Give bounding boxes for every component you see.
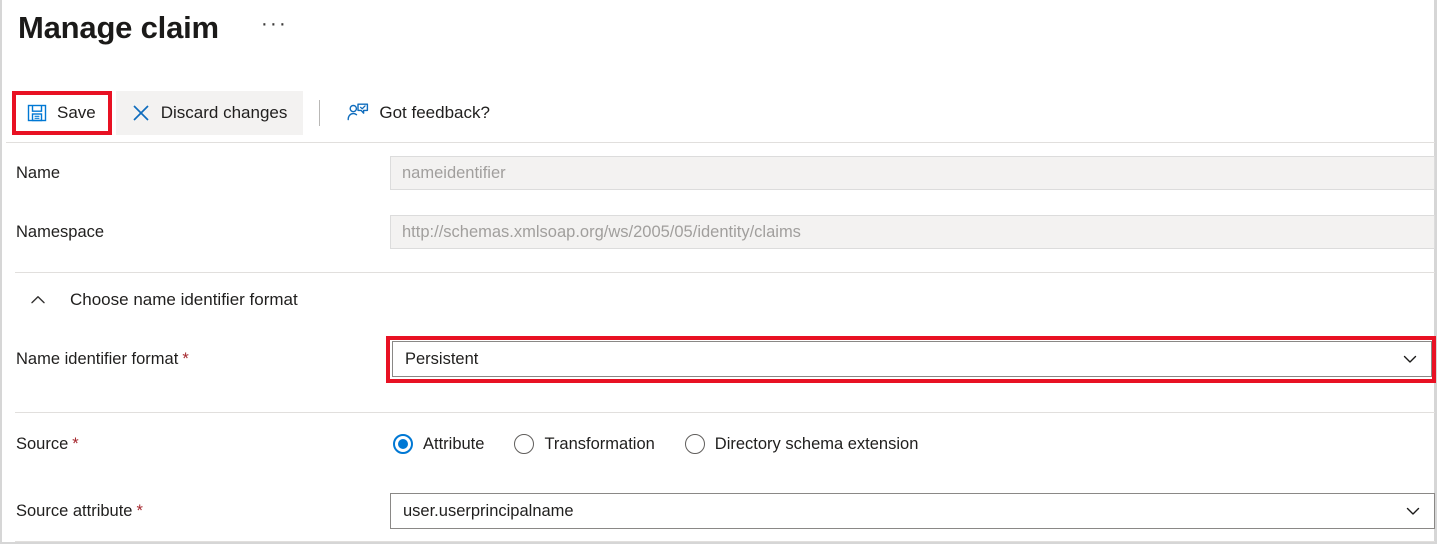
source-attribute-value: user.userprincipalname bbox=[403, 501, 574, 520]
source-row: Source * Attribute Transformation Direct… bbox=[2, 430, 1435, 458]
source-radio-directory-schema-extension-label: Directory schema extension bbox=[714, 435, 919, 453]
divider-above-section bbox=[15, 272, 1435, 273]
name-identifier-format-label: Name identifier format bbox=[16, 350, 179, 368]
name-identifier-format-required-mark: * bbox=[182, 349, 189, 368]
source-radio-transformation[interactable]: Transformation bbox=[514, 434, 655, 454]
divider-bottom bbox=[15, 541, 1435, 542]
discard-changes-label: Discard changes bbox=[160, 103, 288, 122]
source-attribute-row: Source attribute * user.userprincipalnam… bbox=[2, 493, 1435, 529]
choose-name-identifier-format-section-toggle[interactable]: Choose name identifier format bbox=[28, 290, 298, 310]
got-feedback-button[interactable]: Got feedback? bbox=[334, 92, 504, 134]
close-x-icon bbox=[130, 102, 152, 124]
radio-mark-directory-schema-extension bbox=[684, 434, 705, 454]
person-feedback-icon bbox=[346, 101, 370, 125]
source-radio-transformation-label: Transformation bbox=[544, 435, 655, 453]
page-title: Manage claim bbox=[18, 10, 219, 45]
source-radio-attribute-label: Attribute bbox=[423, 435, 485, 453]
source-attribute-dropdown[interactable]: user.userprincipalname bbox=[390, 493, 1435, 529]
save-button-highlight: Save bbox=[12, 91, 112, 135]
save-floppy-icon bbox=[26, 102, 48, 124]
source-radio-directory-schema-extension[interactable]: Directory schema extension bbox=[684, 434, 919, 454]
namespace-input: http://schemas.xmlsoap.org/ws/2005/05/id… bbox=[390, 215, 1435, 249]
got-feedback-label: Got feedback? bbox=[379, 103, 490, 122]
name-identifier-format-label-group: Name identifier format * bbox=[16, 349, 189, 369]
namespace-input-value: http://schemas.xmlsoap.org/ws/2005/05/id… bbox=[402, 222, 801, 241]
chevron-down-icon bbox=[1403, 501, 1423, 521]
radio-mark-transformation bbox=[514, 434, 535, 454]
save-button-label: Save bbox=[57, 103, 96, 122]
command-bar: Save Discard changes Got feedback? bbox=[6, 90, 1435, 136]
name-input: nameidentifier bbox=[390, 156, 1435, 190]
toolbar-divider bbox=[319, 100, 321, 126]
divider-above-source bbox=[15, 412, 1435, 413]
name-input-value: nameidentifier bbox=[402, 163, 506, 182]
name-identifier-format-dropdown[interactable]: Persistent bbox=[392, 341, 1432, 377]
source-attribute-required-mark: * bbox=[136, 501, 143, 520]
namespace-row: Namespace http://schemas.xmlsoap.org/ws/… bbox=[2, 215, 1435, 249]
blade-header: Manage claim ··· bbox=[18, 4, 292, 52]
more-options-icon[interactable]: ··· bbox=[257, 13, 292, 43]
manage-claim-blade: Manage claim ··· Save Discard changes Go… bbox=[0, 0, 1437, 544]
source-radio-attribute[interactable]: Attribute bbox=[393, 434, 484, 454]
chevron-down-icon bbox=[1400, 349, 1420, 369]
source-required-mark: * bbox=[72, 434, 79, 453]
discard-changes-button[interactable]: Discard changes bbox=[115, 91, 304, 135]
section-title: Choose name identifier format bbox=[70, 290, 298, 309]
name-label: Name bbox=[16, 164, 61, 182]
divider-below-toolbar bbox=[6, 142, 1435, 143]
chevron-up-icon bbox=[28, 290, 48, 310]
source-label: Source bbox=[16, 435, 69, 453]
name-identifier-format-value: Persistent bbox=[405, 349, 479, 368]
save-button[interactable]: Save bbox=[16, 92, 108, 134]
name-identifier-format-row: Name identifier format * Persistent bbox=[2, 341, 1435, 377]
radio-mark-attribute bbox=[393, 434, 413, 454]
namespace-label: Namespace bbox=[16, 223, 105, 241]
source-radio-group: Attribute Transformation Directory schem… bbox=[393, 434, 918, 454]
source-attribute-label: Source attribute bbox=[16, 502, 133, 520]
source-attribute-label-group: Source attribute * bbox=[16, 501, 143, 521]
name-row: Name nameidentifier bbox=[2, 156, 1435, 190]
source-label-group: Source * bbox=[16, 434, 79, 454]
